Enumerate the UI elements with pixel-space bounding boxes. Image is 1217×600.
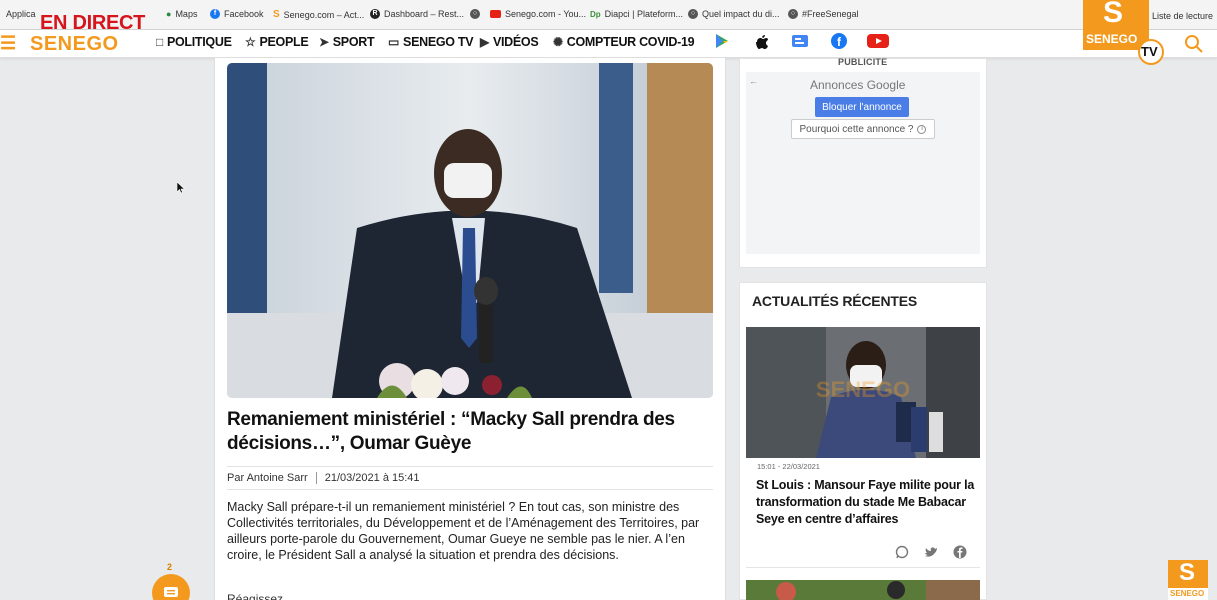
google-play-icon[interactable] — [712, 31, 732, 51]
corner-senego-logo[interactable]: S SENEGO — [1168, 559, 1208, 600]
monitor-icon: ▭ — [388, 35, 400, 49]
globe-icon: ○ — [788, 9, 798, 19]
mouse-cursor-icon — [176, 181, 186, 194]
nav-item-politique[interactable]: □ POLITIQUE — [156, 35, 232, 49]
whatsapp-icon[interactable] — [894, 544, 910, 560]
recent-divider — [746, 567, 980, 568]
article-cut-text: Réagissez — [227, 592, 284, 600]
meta-divider — [315, 472, 317, 484]
site-logo[interactable]: SENEGO — [30, 33, 119, 56]
ad-title: PUBLICITE — [838, 57, 888, 67]
article-headline[interactable]: Remaniement ministériel : “Macky Sall pr… — [227, 408, 713, 456]
ad-google-label: Annonces Google — [810, 78, 906, 92]
corner-logo-name: SENEGO — [1170, 589, 1205, 598]
facebook-icon: f — [210, 9, 220, 19]
bookmark-impact[interactable]: ○ Quel impact du di... — [688, 9, 780, 19]
bookmark-diapci[interactable]: Dp Diapci | Plateform... — [590, 9, 683, 19]
why-ad-button[interactable]: Pourquoi cette annonce ? i — [791, 119, 935, 139]
bookmark-facebook[interactable]: f Facebook — [210, 9, 264, 19]
document-icon: □ — [156, 35, 163, 49]
chat-button[interactable] — [152, 574, 190, 600]
youtube-icon[interactable] — [866, 31, 890, 51]
chat-icon — [164, 587, 178, 597]
bookmark-senego[interactable]: S Senego.com – Act... — [273, 9, 364, 20]
article-date: 21/03/2021 à 15:41 — [324, 472, 420, 484]
nav-item-sport[interactable]: ➤ SPORT — [319, 35, 375, 49]
hamburger-menu-icon[interactable]: ☰ — [0, 33, 16, 54]
chat-count: 2 — [167, 562, 173, 572]
bookmarks-bar: Applica ● Maps f Facebook S Senego.com –… — [0, 0, 1217, 30]
bookmark-maps[interactable]: ● Maps — [166, 9, 197, 19]
senego-icon: S — [273, 9, 280, 20]
map-pin-icon: ● — [166, 9, 172, 19]
nav-item-senego-tv[interactable]: ▭ SENEGO TV — [388, 35, 474, 49]
bookmark-globe[interactable]: ○ — [470, 9, 480, 19]
twitter-icon[interactable] — [923, 544, 939, 560]
live-banner[interactable]: EN DIRECT — [40, 12, 145, 35]
bookmark-youtube[interactable]: Senego.com - You... — [490, 9, 586, 19]
watermark-text: SENEGO — [816, 377, 910, 402]
globe-icon: ○ — [470, 9, 480, 19]
diapci-icon: Dp — [590, 9, 601, 19]
nav-item-covid[interactable]: ✺ COMPTEUR COVID-19 — [553, 35, 695, 49]
recent-news-title: ACTUALITÉS RÉCENTES — [752, 293, 917, 309]
bookmark-apps[interactable]: Applica — [6, 9, 36, 19]
google-news-icon[interactable] — [790, 31, 810, 51]
facebook-icon[interactable]: f — [829, 31, 849, 51]
senego-tv-logo[interactable]: S SENEGO TV — [1083, 0, 1168, 66]
search-icon[interactable] — [1184, 34, 1204, 54]
recent-news-headline[interactable]: St Louis : Mansour Faye milite pour la t… — [756, 477, 976, 528]
tv-logo-letter: S — [1103, 0, 1124, 29]
nav-item-people[interactable]: ☆ PEOPLE — [245, 35, 309, 49]
ad-back-arrow-icon[interactable]: ← — [749, 76, 758, 86]
video-icon: ▶ — [480, 35, 489, 49]
recent-news-image[interactable]: SENEGO — [746, 327, 980, 458]
youtube-icon — [490, 10, 501, 18]
tv-logo-tv: TV — [1141, 44, 1158, 59]
tv-logo-name: SENEGO — [1086, 32, 1138, 46]
bookmark-freesenegal[interactable]: ○ #FreeSenegal — [788, 9, 859, 19]
apple-icon[interactable] — [752, 31, 772, 51]
block-ad-button[interactable]: Bloquer l'annonce — [815, 97, 909, 117]
bookmark-dashboard[interactable]: R Dashboard – Rest... — [370, 9, 464, 19]
article-meta: Par Antoine Sarr 21/03/2021 à 15:41 — [227, 466, 713, 490]
facebook-share-icon[interactable] — [952, 544, 968, 560]
article-author[interactable]: Par Antoine Sarr — [227, 472, 308, 484]
runner-icon: ➤ — [319, 35, 329, 49]
globe-icon: ○ — [688, 9, 698, 19]
corner-logo-letter: S — [1179, 559, 1196, 586]
article-lead: Macky Sall prépare-t-il un remaniement m… — [227, 500, 700, 562]
star-icon: ☆ — [245, 35, 256, 49]
article-hero-image[interactable] — [227, 63, 713, 398]
recent-news-date: 15:01 - 22/03/2021 — [757, 462, 820, 471]
nav-item-videos[interactable]: ▶ VIDÉOS — [480, 35, 539, 49]
dashboard-icon: R — [370, 9, 380, 19]
virus-icon: ✺ — [553, 35, 563, 49]
recent-news-image-2[interactable] — [746, 580, 980, 600]
info-icon: i — [917, 124, 927, 134]
